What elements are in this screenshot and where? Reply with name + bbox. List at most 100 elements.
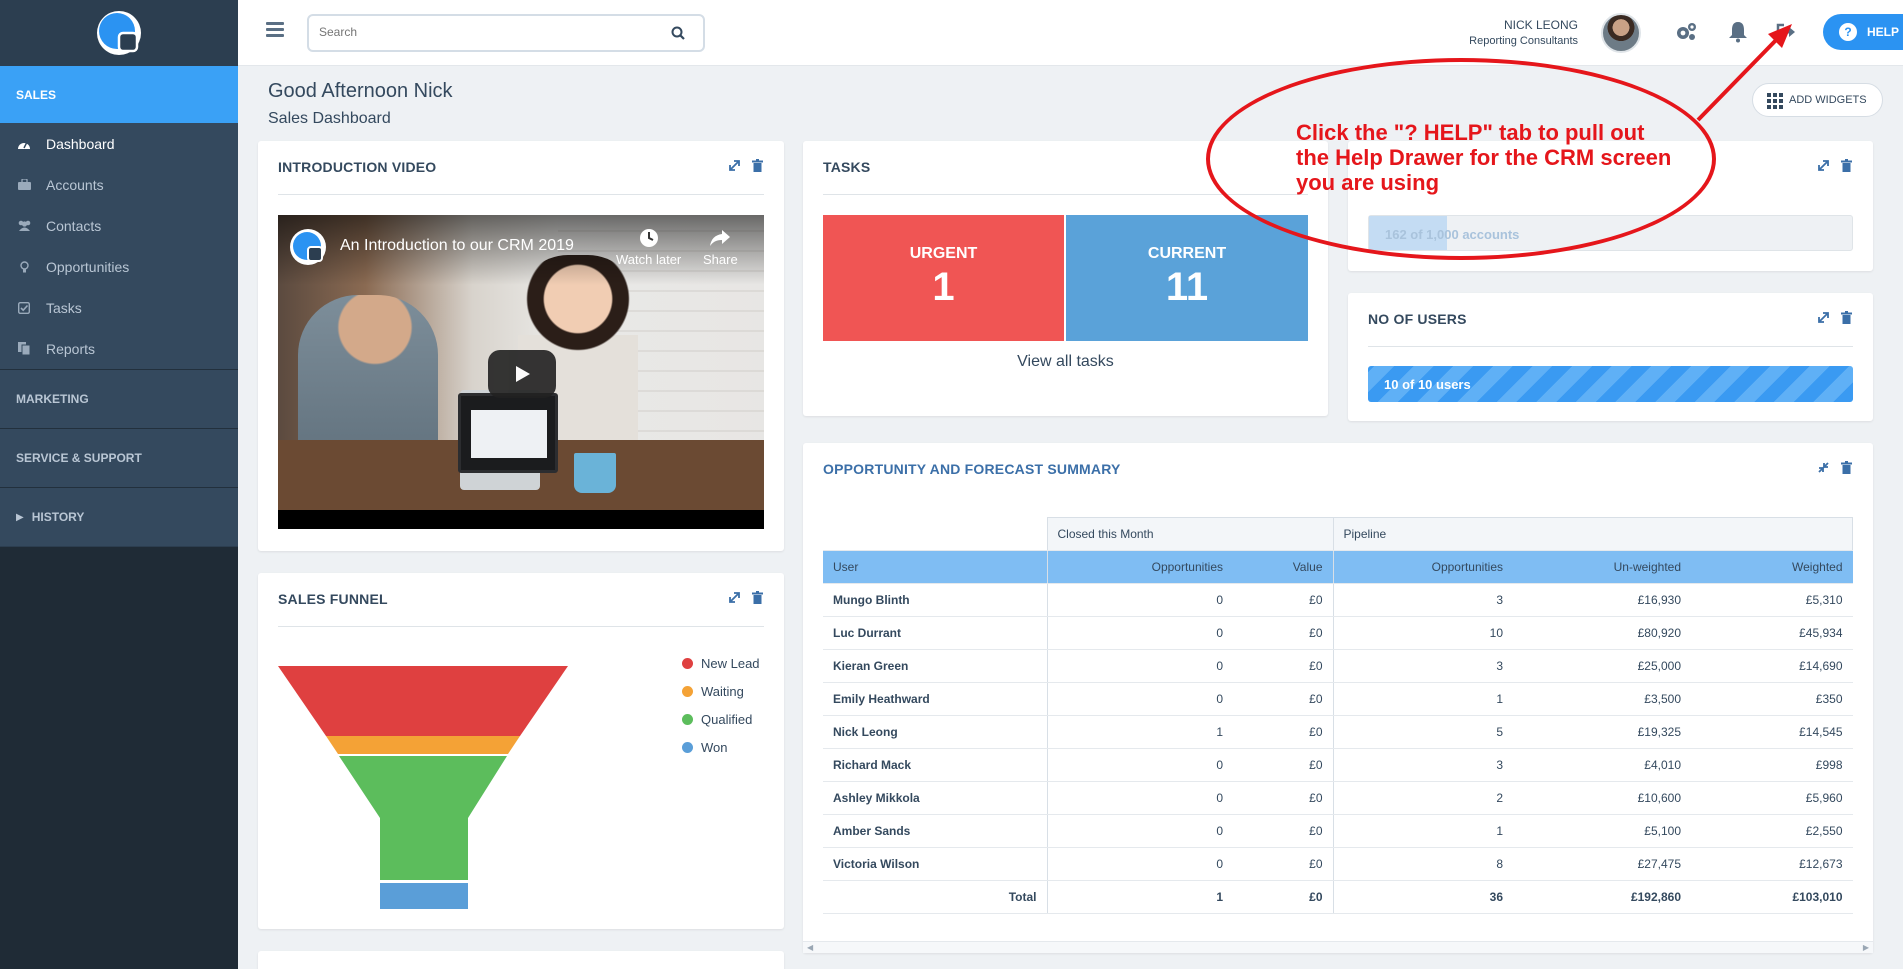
channel-logo[interactable] [288,227,328,267]
urgent-label: URGENT [909,245,978,262]
table-cell: 1 [1046,715,1233,749]
total-cell: 36 [1332,880,1513,914]
trash-icon[interactable] [752,591,766,605]
sidebar-item-accounts[interactable]: Accounts [0,164,238,205]
search-input[interactable] [319,25,649,39]
play-button[interactable] [488,350,556,398]
funnel-segment-new-lead[interactable] [278,666,568,736]
expand-icon[interactable] [1817,311,1831,325]
card-title: INTRODUCTION VIDEO [278,159,437,175]
trash-icon[interactable] [1841,311,1855,325]
table-cell: £0 [1233,814,1333,848]
table-row[interactable]: Nick Leong 1 £0 5 £19,325 £14,545 [823,715,1853,749]
urgent-count: 1 [932,265,955,309]
table-cell: £12,673 [1691,847,1853,881]
sidebar-item-label: Dashboard [46,135,115,152]
search-box[interactable] [307,14,705,52]
card-actions [1817,461,1855,475]
sidebar-item-label: Contacts [46,217,102,234]
opportunity-forecast-card: OPPORTUNITY AND FORECAST SUMMARY Closed … [803,443,1873,953]
table-row[interactable]: Mungo Blinth 0 £0 3 £16,930 £5,310 [823,583,1853,617]
card-title: NO OF USERS [1368,311,1467,327]
nav-group-service-support[interactable]: SERVICE & SUPPORT [0,428,238,487]
sidebar-item-contacts[interactable]: Contacts [0,205,238,246]
table-row[interactable]: Luc Durrant 0 £0 10 £80,920 £45,934 [823,616,1853,650]
search-icon[interactable] [671,26,685,40]
watch-later-label: Watch later [616,252,682,267]
funnel-segment-won[interactable] [380,883,468,909]
add-widgets-label: ADD WIDGETS [1789,94,1867,106]
legend-item[interactable]: Qualified [682,705,760,733]
help-button[interactable]: ? HELP [1823,14,1903,50]
video-title[interactable]: An Introduction to our CRM 2019 [340,237,574,255]
legend-item[interactable]: New Lead [682,649,760,677]
trash-icon[interactable] [1841,159,1855,173]
watch-later-button[interactable]: Watch later [616,227,681,267]
expand-icon[interactable] [1817,159,1831,173]
sidebar-item-label: Reports [46,340,96,357]
column-header-unweighted[interactable]: Un-weighted [1513,550,1691,584]
sidebar-item-opportunities[interactable]: Opportunities [0,246,238,287]
column-header-closed-opportunities[interactable]: Opportunities [1046,550,1233,584]
video-player[interactable]: An Introduction to our CRM 2019 Watch la… [278,215,764,529]
expand-icon[interactable] [728,591,742,605]
column-header-closed-value[interactable]: Value [1233,550,1333,584]
top-bar: NICK LEONG Reporting Consultants ? HELP [238,0,1903,66]
hamburger-menu-icon[interactable] [266,22,284,38]
expand-icon[interactable] [728,159,742,173]
intro-video-card: INTRODUCTION VIDEO An Introduction to ou… [258,141,784,551]
current-tasks-tile[interactable]: CURRENT 11 [1066,215,1308,341]
sidebar-item-dashboard[interactable]: Dashboard [0,123,238,164]
page-greeting: Good Afternoon Nick [268,80,453,102]
table-row[interactable]: Emily Heathward 0 £0 1 £3,500 £350 [823,682,1853,716]
table-row[interactable]: Ashley Mikkola 0 £0 2 £10,600 £5,960 [823,781,1853,815]
user-role: Reporting Consultants [1469,35,1578,47]
total-cell: 1 [1046,880,1233,914]
sidebar-item-reports[interactable]: Reports [0,328,238,369]
user-info[interactable]: NICK LEONG Reporting Consultants [1469,18,1578,47]
trash-icon[interactable] [1841,461,1855,475]
user-name: NICK LEONG [1503,18,1578,32]
legend-item[interactable]: Waiting [682,677,760,705]
scroll-right-icon[interactable]: ▶ [1863,943,1869,952]
total-row: Total 1 £0 36 £192,860 £103,010 [823,880,1853,914]
nav-group-marketing[interactable]: MARKETING [0,369,238,428]
legend-dot [682,741,693,753]
collapse-icon[interactable] [1817,461,1831,475]
annotation-text: Click the "? HELP" tab to pull out the H… [1296,120,1672,195]
legend-item[interactable]: Won [682,733,760,761]
table-cell: £10,600 [1513,781,1691,815]
column-header-user[interactable]: User [823,550,1047,584]
sidebar-item-tasks[interactable]: Tasks [0,287,238,328]
table-cell: £45,934 [1691,616,1853,650]
table-cell: £0 [1233,781,1333,815]
trash-icon[interactable] [752,159,766,173]
table-row[interactable]: Amber Sands 0 £0 1 £5,100 £2,550 [823,814,1853,848]
funnel-segment-waiting[interactable] [326,736,520,754]
report-icon [16,342,32,356]
table-cell: £0 [1233,583,1333,617]
funnel-segment-qualified[interactable] [339,756,507,880]
user-cell: Nick Leong [823,715,1047,749]
table-cell: 5 [1332,715,1513,749]
table-row[interactable]: Victoria Wilson 0 £0 8 £27,475 £12,673 [823,847,1853,881]
view-all-tasks-link[interactable]: View all tasks [803,353,1328,371]
nav-group-history[interactable]: ▶ HISTORY [0,487,238,546]
share-button[interactable]: Share [703,227,738,267]
funnel-chart [278,666,568,909]
legend-label: Waiting [701,683,744,699]
horizontal-scrollbar[interactable]: ◀ ▶ [803,941,1873,953]
column-header-pipeline-opportunities[interactable]: Opportunities [1332,550,1513,584]
table-row[interactable]: Richard Mack 0 £0 3 £4,010 £998 [823,748,1853,782]
nav-section-sales[interactable]: SALES [0,66,238,123]
table-row[interactable]: Kieran Green 0 £0 3 £25,000 £14,690 [823,649,1853,683]
urgent-tasks-tile[interactable]: URGENT 1 [823,215,1064,341]
avatar[interactable] [1601,13,1641,53]
card-title: OPPORTUNITY AND FORECAST SUMMARY [823,461,1121,477]
sales-nav-list: Dashboard Accounts Contacts Opportunitie… [0,123,238,369]
legend-label: Qualified [701,711,753,727]
scroll-left-icon[interactable]: ◀ [807,943,813,952]
column-header-weighted[interactable]: Weighted [1691,550,1853,584]
app-logo[interactable] [94,8,144,58]
table-cell: £0 [1233,649,1333,683]
